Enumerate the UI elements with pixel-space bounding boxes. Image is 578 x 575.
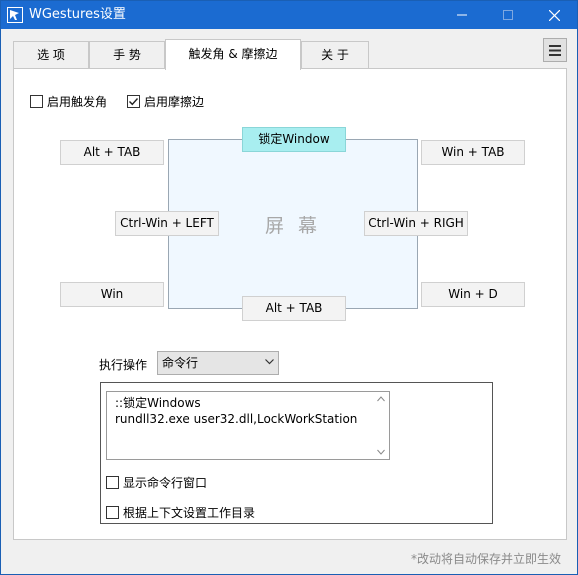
edge-top-button[interactable]: 锁定Window <box>242 127 346 152</box>
edge-left-button[interactable]: Ctrl-Win + LEFT <box>115 211 219 236</box>
corner-top-right-button[interactable]: Win + TAB <box>421 140 525 165</box>
scroll-down-icon[interactable] <box>377 449 385 455</box>
edge-right-button[interactable]: Ctrl-Win + RIGH <box>364 211 468 236</box>
command-group: ::锁定Windows rundll32.exe user32.dll,Lock… <box>100 382 493 524</box>
hot-corners-panel: 启用触发角 启用摩擦边 屏 幕 Alt + TAB Win + TAB Win … <box>13 68 567 540</box>
command-line: ::锁定Windows <box>115 396 201 410</box>
context-workdir-label: 根据上下文设置工作目录 <box>123 505 256 520</box>
checkmark-icon <box>129 97 139 105</box>
command-line: rundll32.exe user32.dll,LockWorkStation <box>115 412 358 426</box>
show-cmd-window-label: 显示命令行窗口 <box>123 475 208 490</box>
title-bar[interactable]: WGestures设置 <box>1 1 577 29</box>
hot-corner-checkbox-box[interactable] <box>30 94 43 108</box>
close-icon <box>548 9 560 21</box>
window-title: WGestures设置 <box>29 7 126 22</box>
rubbing-edge-checkbox-box[interactable] <box>127 94 140 108</box>
minimize-icon <box>457 14 467 16</box>
close-button[interactable] <box>531 1 577 29</box>
action-label: 执行操作 <box>99 358 148 372</box>
minimize-button[interactable] <box>439 1 485 29</box>
show-cmd-window-box[interactable] <box>106 475 119 489</box>
command-textarea[interactable]: ::锁定Windows rundll32.exe user32.dll,Lock… <box>106 391 390 460</box>
corner-bottom-right-button[interactable]: Win + D <box>421 282 525 307</box>
maximize-icon <box>503 10 513 20</box>
menu-button[interactable] <box>543 38 567 62</box>
tab-about[interactable]: 关 于 <box>301 41 369 69</box>
scroll-up-icon[interactable] <box>377 396 385 402</box>
settings-window: WGestures设置 选 项 手 势 触发角 & 摩擦边 关 于 启用触发角 <box>0 0 578 575</box>
enable-hot-corner-checkbox[interactable]: 启用触发角 <box>30 93 107 109</box>
show-cmd-window-checkbox[interactable]: 显示命令行窗口 <box>106 474 207 490</box>
maximize-button[interactable] <box>485 1 531 29</box>
tab-hot-corners[interactable]: 触发角 & 摩擦边 <box>165 39 301 70</box>
hamburger-icon <box>549 44 561 56</box>
corner-top-left-button[interactable]: Alt + TAB <box>60 140 164 165</box>
tab-gestures[interactable]: 手 势 <box>89 41 165 69</box>
app-icon <box>7 7 23 23</box>
context-workdir-checkbox[interactable]: 根据上下文设置工作目录 <box>106 504 255 520</box>
rubbing-edge-checkbox-label: 启用摩擦边 <box>144 94 205 109</box>
autosave-note: *改动将自动保存并立即生效 <box>411 552 562 566</box>
enable-rubbing-edge-checkbox[interactable]: 启用摩擦边 <box>127 93 204 109</box>
context-workdir-box[interactable] <box>106 505 119 519</box>
chevron-down-icon <box>265 359 274 365</box>
action-type-select[interactable]: 命令行 <box>157 351 279 375</box>
edge-bottom-button[interactable]: Alt + TAB <box>242 296 346 321</box>
corner-bottom-left-button[interactable]: Win <box>60 282 164 307</box>
hot-corner-checkbox-label: 启用触发角 <box>47 94 108 109</box>
tab-options[interactable]: 选 项 <box>13 41 89 69</box>
action-type-value: 命令行 <box>162 356 199 370</box>
textarea-scrollbar[interactable] <box>373 392 389 459</box>
